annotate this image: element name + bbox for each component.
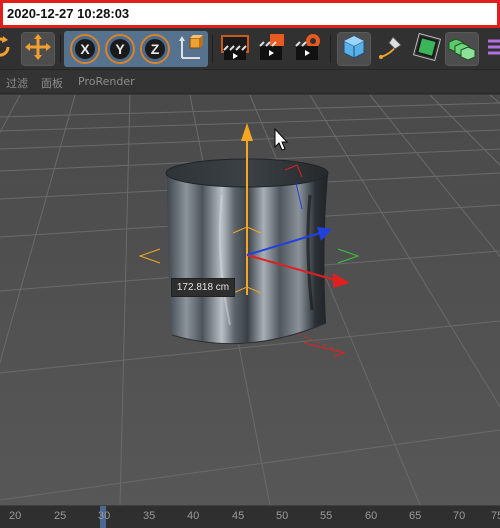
timeline-tick: 45 bbox=[232, 510, 245, 522]
timeline-tick: 35 bbox=[143, 510, 156, 522]
x-axis-lock-icon: X bbox=[75, 39, 95, 59]
timeline-tick: 25 bbox=[54, 510, 67, 522]
z-axis-lock-button[interactable]: Z bbox=[140, 34, 170, 64]
undo-icon bbox=[0, 33, 16, 65]
render-settings-button[interactable] bbox=[291, 33, 323, 65]
timeline-tick: 20 bbox=[9, 510, 22, 522]
cube-icon bbox=[340, 33, 368, 65]
deformer-icon bbox=[484, 33, 500, 65]
dimension-readout: 172.818 cm bbox=[171, 278, 235, 297]
timeline-tick: 60 bbox=[365, 510, 378, 522]
render-settings-icon bbox=[292, 32, 322, 66]
timeline-tick: 65 bbox=[409, 510, 422, 522]
timeline-tick: 50 bbox=[276, 510, 289, 522]
timestamp-text: 2020-12-27 10:28:03 bbox=[7, 6, 130, 21]
pen-icon bbox=[377, 33, 405, 65]
timestamp-bar: 2020-12-27 10:28:03 bbox=[0, 0, 500, 28]
timeline-tick: 40 bbox=[187, 510, 200, 522]
coordinate-system-button[interactable] bbox=[175, 33, 207, 65]
z-axis-lock-icon: Z bbox=[145, 39, 165, 59]
y-axis-lock-button[interactable]: Y bbox=[105, 34, 135, 64]
toolbar-separator bbox=[330, 35, 331, 63]
move-icon bbox=[24, 33, 52, 65]
coordinate-system-icon bbox=[176, 32, 206, 66]
move-tool-button[interactable] bbox=[21, 32, 55, 66]
perspective-viewport[interactable]: 172.818 cm bbox=[0, 95, 500, 505]
menu-item-panel[interactable]: 面板 bbox=[41, 75, 63, 91]
array-icon bbox=[448, 33, 476, 65]
timeline-tick: 75 bbox=[491, 510, 500, 522]
dimension-readout-text: 172.818 cm bbox=[176, 282, 230, 293]
viewport-canvas bbox=[0, 95, 500, 505]
menu-item-filter[interactable]: 过滤 bbox=[6, 75, 28, 91]
subdivision-icon bbox=[412, 32, 442, 65]
cube-object-button[interactable] bbox=[337, 32, 371, 66]
menu-item-prorender[interactable]: ProRender bbox=[78, 75, 135, 88]
timeline-tick: 55 bbox=[320, 510, 333, 522]
render-picture-viewer-icon bbox=[256, 32, 286, 66]
timeline-ruler[interactable]: 20 25 30 35 40 45 50 55 60 65 70 75 bbox=[0, 505, 500, 528]
subdivision-surface-button[interactable] bbox=[411, 32, 443, 65]
deformer-button[interactable] bbox=[482, 33, 500, 65]
pen-tool-button[interactable] bbox=[375, 33, 407, 65]
x-axis-lock-button[interactable]: X bbox=[70, 34, 100, 64]
array-object-button[interactable] bbox=[445, 32, 479, 66]
y-axis-lock-icon: Y bbox=[110, 39, 130, 59]
main-toolbar: X Y Z bbox=[0, 28, 500, 70]
undo-button[interactable] bbox=[0, 33, 18, 65]
toolbar-separator bbox=[212, 35, 213, 63]
render-picture-viewer-button[interactable] bbox=[255, 33, 287, 65]
render-view-icon bbox=[220, 32, 250, 66]
timeline-tick: 30 bbox=[98, 510, 111, 522]
timeline-tick: 70 bbox=[453, 510, 466, 522]
viewport-menu-bar: 过滤 面板 ProRender bbox=[0, 70, 500, 94]
toolbar-separator bbox=[60, 35, 61, 63]
render-view-button[interactable] bbox=[219, 33, 251, 65]
